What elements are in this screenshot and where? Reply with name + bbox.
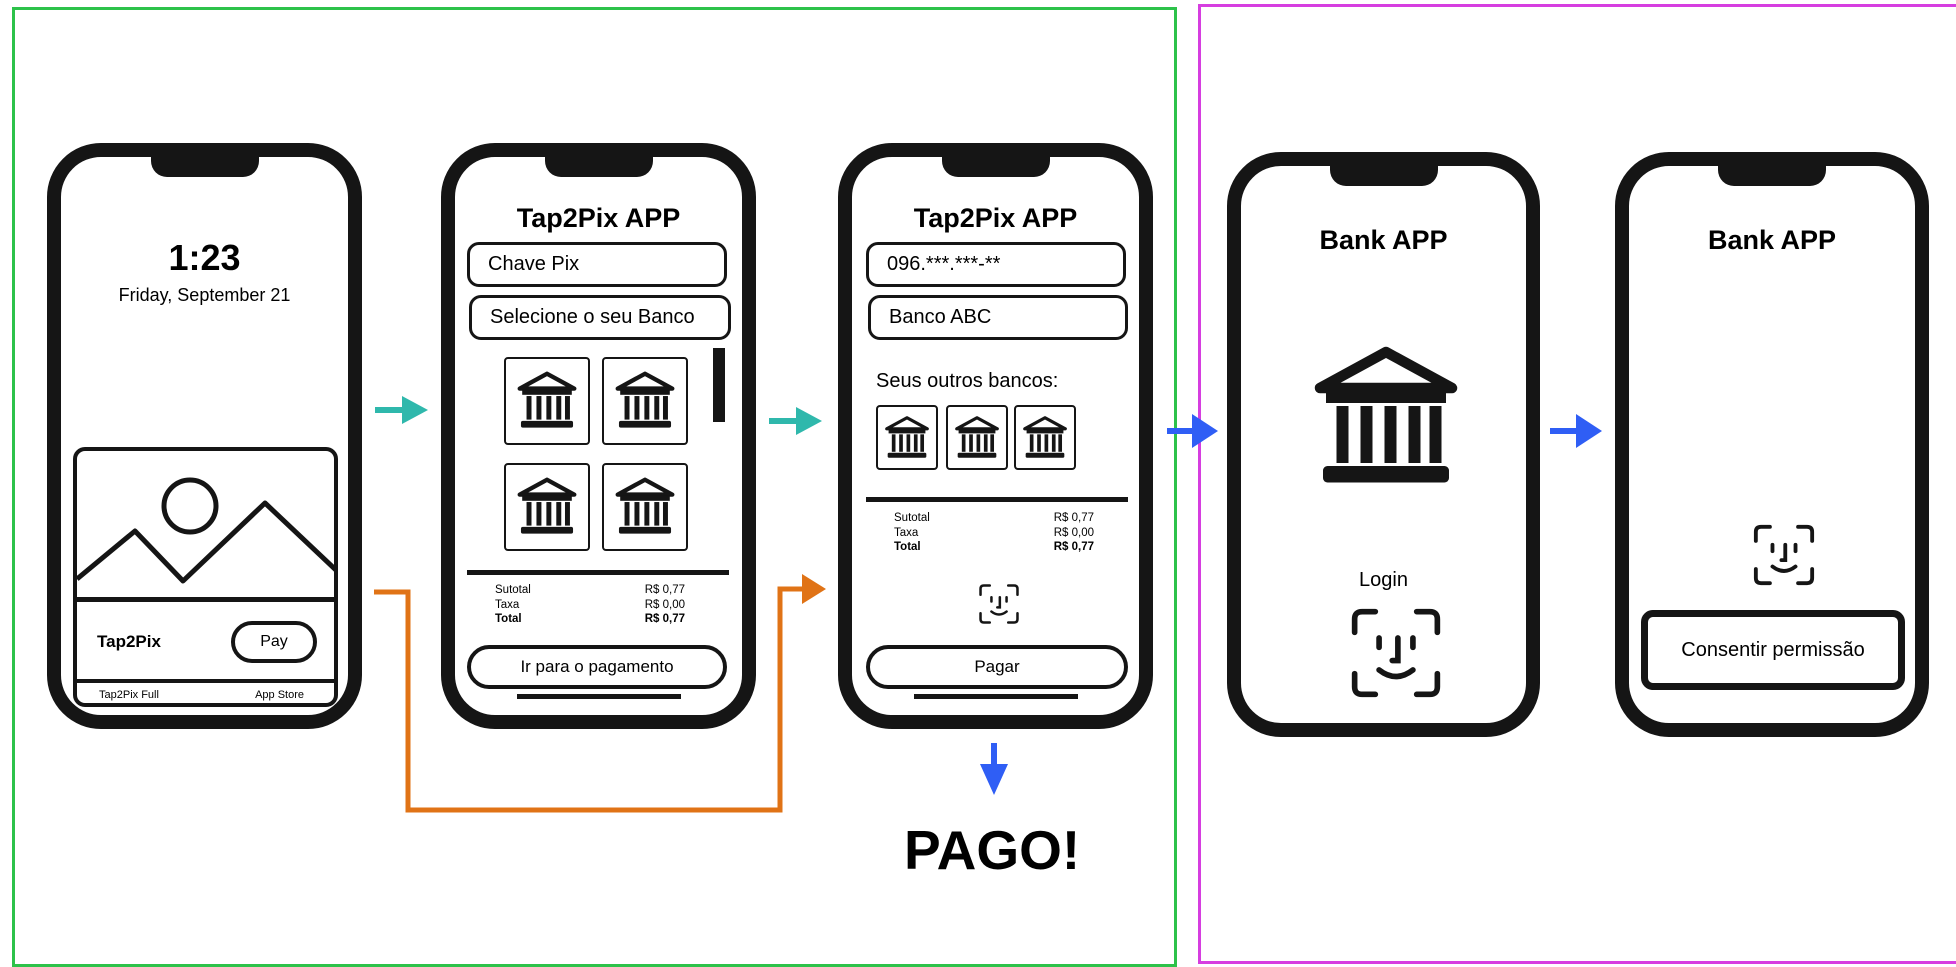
flow-arrows	[374, 396, 1602, 813]
to-paid-arrow	[980, 743, 1008, 795]
to-consent-arrow	[1550, 414, 1602, 448]
next-arrow-1	[375, 396, 428, 424]
paid-label: PAGO!	[904, 819, 1081, 881]
to-bank-arrow	[1167, 414, 1218, 448]
shortcut-arrowhead	[802, 574, 826, 604]
shortcut-path	[374, 586, 804, 813]
next-arrow-2	[769, 407, 822, 435]
